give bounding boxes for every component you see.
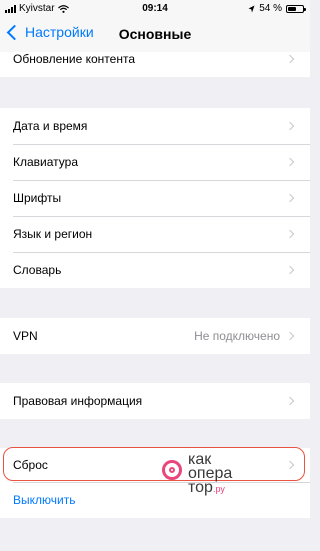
chevron-right-icon (285, 396, 295, 406)
row-label: VPN (13, 329, 38, 343)
navigation-bar: Настройки Основные (0, 18, 310, 52)
row-dictionary[interactable]: Словарь (0, 252, 310, 288)
row-label: Обновление контента (13, 52, 136, 66)
chevron-right-icon (285, 157, 295, 167)
settings-group-reset: Сброс Выключить (0, 448, 310, 518)
location-arrow-icon (248, 5, 255, 12)
row-label: Язык и регион (13, 227, 93, 241)
row-label: Словарь (13, 263, 62, 277)
row-legal[interactable]: Правовая информация (0, 383, 310, 419)
row-date-time[interactable]: Дата и время (0, 108, 310, 144)
settings-group-content: Обновление контента (0, 52, 310, 77)
chevron-right-icon (285, 331, 295, 341)
battery-percent: 54 % (259, 3, 282, 14)
row-shutdown[interactable]: Выключить (0, 482, 310, 518)
row-reset[interactable]: Сброс (0, 448, 310, 482)
chevron-right-icon (285, 229, 295, 239)
row-label: Сброс (13, 458, 48, 472)
chevron-right-icon (285, 121, 295, 131)
settings-group-system: Дата и время Клавиатура Шрифты Язык и ре… (0, 108, 310, 288)
page-title: Основные (118, 26, 192, 42)
vpn-status: Не подключено (194, 329, 280, 343)
row-fonts[interactable]: Шрифты (0, 180, 310, 216)
chevron-right-icon (285, 265, 295, 275)
settings-group-legal: Правовая информация (0, 383, 310, 419)
status-right: 54 % (248, 3, 306, 14)
row-label: Дата и время (13, 119, 88, 133)
battery-icon (286, 4, 306, 13)
battery-level (288, 6, 296, 11)
row-keyboard[interactable]: Клавиатура (0, 144, 310, 180)
chevron-right-icon (285, 54, 295, 64)
row-vpn[interactable]: VPN Не подключено (0, 318, 310, 354)
chevron-right-icon (285, 460, 295, 470)
shutdown-label: Выключить (13, 493, 76, 507)
row-label: Шрифты (13, 191, 62, 205)
settings-group-vpn: VPN Не подключено (0, 318, 310, 354)
chevron-right-icon (285, 193, 295, 203)
row-language-region[interactable]: Язык и регион (0, 216, 310, 252)
row-label: Правовая информация (13, 394, 143, 408)
status-bar: Kyivstar 09:14 54 % (0, 0, 310, 18)
row-label: Клавиатура (13, 155, 78, 169)
row-background-refresh[interactable]: Обновление контента (0, 52, 310, 77)
